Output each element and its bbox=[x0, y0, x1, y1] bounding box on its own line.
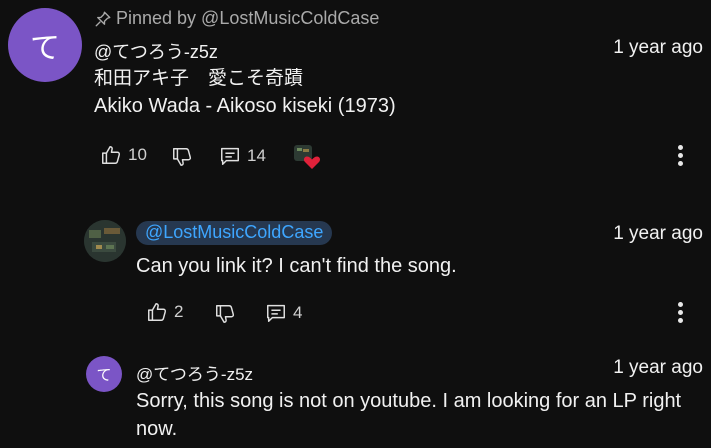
channel-thumbnail-icon bbox=[84, 220, 126, 262]
reply-timestamp[interactable]: 1 year ago bbox=[613, 223, 703, 245]
more-vertical-icon bbox=[677, 302, 683, 307]
author-avatar[interactable]: て bbox=[8, 8, 82, 82]
thumbs-down-icon bbox=[214, 303, 236, 325]
dislike-button[interactable] bbox=[171, 146, 193, 168]
comment-icon bbox=[265, 302, 287, 324]
thumbs-up-icon bbox=[146, 301, 168, 323]
reply2-author-avatar[interactable]: て bbox=[86, 356, 122, 392]
reply-reply-count: 4 bbox=[293, 303, 303, 322]
like-count: 10 bbox=[128, 145, 147, 164]
reply2-author[interactable]: @てつろう-z5z bbox=[136, 360, 253, 385]
reply-count-button[interactable]: 14 bbox=[219, 145, 266, 167]
reply-count: 14 bbox=[247, 146, 266, 165]
more-dot bbox=[677, 318, 683, 323]
more-dot bbox=[677, 310, 683, 315]
pinned-label: Pinned by @LostMusicColdCase bbox=[94, 8, 379, 29]
more-dot bbox=[677, 153, 683, 158]
reply-like-count: 2 bbox=[174, 302, 184, 321]
comment-author[interactable]: @てつろう-z5z bbox=[94, 38, 218, 64]
more-dot bbox=[677, 161, 683, 166]
more-vertical-icon bbox=[677, 145, 683, 150]
pinned-by-text: Pinned by @LostMusicColdCase bbox=[116, 8, 380, 28]
reply2-timestamp[interactable]: 1 year ago bbox=[613, 357, 703, 379]
reply-reply-count-button[interactable]: 4 bbox=[265, 302, 302, 324]
reply-text: Can you link it? I can't find the song. bbox=[136, 255, 457, 277]
comment-timestamp[interactable]: 1 year ago bbox=[613, 37, 703, 59]
pin-icon bbox=[94, 10, 112, 28]
avatar-letter: て bbox=[96, 365, 112, 384]
comment-text-line-2: Akiko Wada - Aikoso kiseki (1973) bbox=[94, 95, 396, 117]
reply2-text: Sorry, this song is not on youtube. I am… bbox=[136, 390, 682, 440]
comment-text-line-1: 和田アキ子 愛こそ奇蹟 bbox=[94, 67, 304, 89]
thumbs-up-icon bbox=[100, 144, 122, 166]
comments-section: て Pinned by @LostMusicColdCase @てつろう-z5z… bbox=[0, 0, 711, 448]
avatar-letter: て bbox=[30, 31, 60, 66]
thumbs-down-icon bbox=[171, 146, 193, 168]
comment-menu-button[interactable] bbox=[676, 145, 684, 169]
author-mention-chip[interactable]: @LostMusicColdCase bbox=[136, 221, 333, 245]
creator-heart-icon bbox=[294, 145, 322, 171]
comment-icon bbox=[219, 145, 241, 167]
like-button[interactable]: 10 bbox=[100, 144, 147, 166]
reply-dislike-button[interactable] bbox=[214, 303, 236, 325]
reply-like-button[interactable]: 2 bbox=[146, 301, 183, 323]
reply-author-avatar[interactable] bbox=[84, 220, 126, 262]
reply-menu-button[interactable] bbox=[676, 302, 684, 326]
